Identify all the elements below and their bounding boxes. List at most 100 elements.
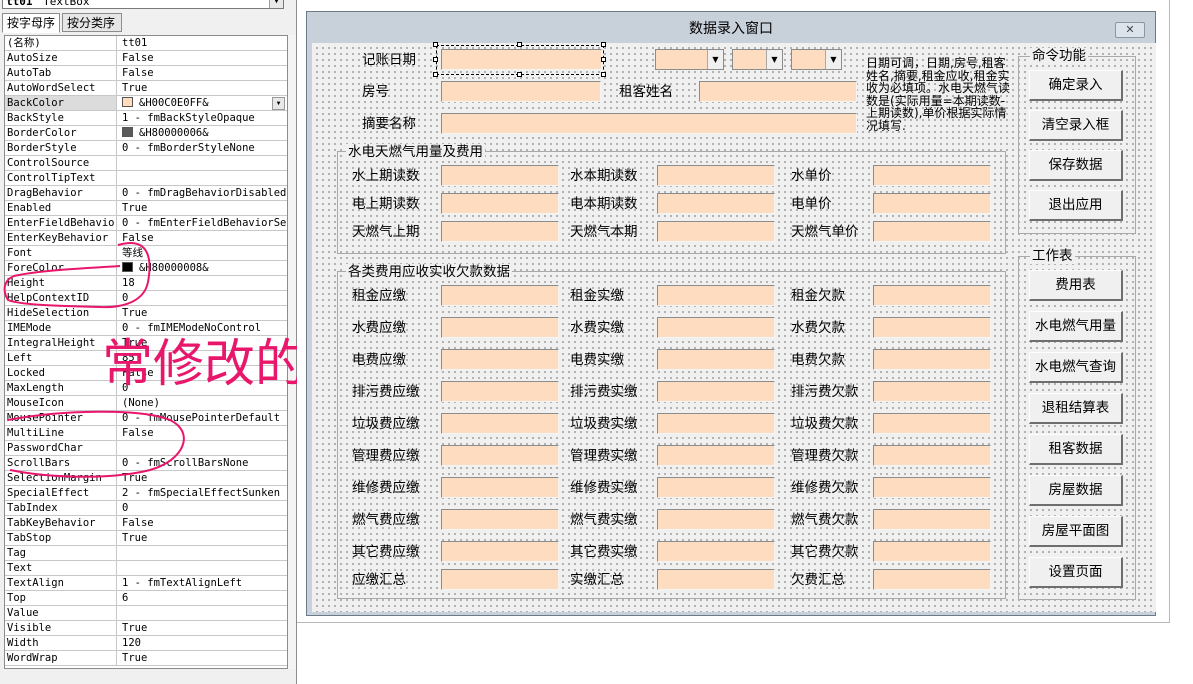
field-textbox[interactable] [873,221,991,242]
field-textbox[interactable] [873,477,991,498]
room-textbox[interactable] [441,81,601,102]
property-row[interactable]: ControlTipText [5,171,287,186]
property-row[interactable]: WordWrap True [5,651,287,666]
property-value[interactable]: 120 [118,636,287,650]
field-textbox[interactable] [873,445,991,466]
property-row[interactable]: TabStop True [5,531,287,546]
property-row[interactable]: Text [5,561,287,576]
property-value[interactable]: (None) [118,396,287,410]
command-button[interactable]: 确定录入 [1029,70,1123,101]
property-row[interactable]: TabKeyBehavior False [5,516,287,531]
property-row[interactable]: MousePointer 0 - fmMousePointerDefault [5,411,287,426]
tab-alphabetic[interactable]: 按字母序 [2,13,60,33]
property-row[interactable]: BackColor &H00C0E0FF& ▼ [5,96,287,111]
property-value[interactable]: 0 - fmMousePointerDefault [118,411,287,425]
field-textbox[interactable] [441,413,559,434]
command-button[interactable]: 保存数据 [1029,150,1123,181]
property-value[interactable]: 0 [118,291,287,305]
field-textbox[interactable] [657,381,775,402]
property-row[interactable]: AutoTab False [5,66,287,81]
property-row[interactable]: ScrollBars 0 - fmScrollBarsNone [5,456,287,471]
property-value[interactable]: True [118,651,287,665]
year-combobox[interactable]: ▼ [655,49,724,70]
property-value[interactable]: tt01 [118,36,287,50]
tenant-textbox[interactable] [699,81,857,102]
property-value[interactable]: False [118,66,287,80]
chevron-down-icon[interactable]: ▼ [707,50,723,69]
resize-handle[interactable] [433,57,438,62]
property-row[interactable]: EnterKeyBehavior False [5,231,287,246]
day-combobox[interactable]: ▼ [791,49,842,70]
field-textbox[interactable] [657,221,775,242]
property-value[interactable]: 6 [118,591,287,605]
property-value[interactable]: 0 - fmDragBehaviorDisabled [118,186,287,200]
field-textbox[interactable] [873,165,991,186]
chevron-down-icon[interactable]: ▼ [269,0,283,8]
month-combobox[interactable]: ▼ [732,49,783,70]
property-value[interactable]: &H00C0E0FF& ▼ [118,96,287,110]
property-value[interactable] [118,606,287,620]
property-value[interactable]: False [118,231,287,245]
property-value[interactable]: 1 - fmTextAlignLeft [118,576,287,590]
property-value[interactable]: False [118,426,287,440]
field-textbox[interactable] [441,349,559,370]
property-value[interactable]: 2 - fmSpecialEffectSunken [118,486,287,500]
property-row[interactable]: AutoWordSelect True [5,81,287,96]
property-value[interactable]: True [118,81,287,95]
field-textbox[interactable] [441,193,559,214]
command-button[interactable]: 设置页面 [1029,557,1123,588]
property-row[interactable]: SpecialEffect 2 - fmSpecialEffectSunken [5,486,287,501]
property-value[interactable] [118,171,287,185]
field-textbox[interactable] [873,541,991,562]
tab-categorized[interactable]: 按分类序 [62,13,122,32]
field-textbox[interactable] [873,509,991,530]
field-textbox[interactable] [441,165,559,186]
property-row[interactable]: ControlSource [5,156,287,171]
property-row[interactable]: Enabled True [5,201,287,216]
property-value[interactable]: True [118,306,287,320]
property-row[interactable]: Visible True [5,621,287,636]
command-button[interactable]: 清空录入框 [1029,110,1123,141]
command-button[interactable]: 租客数据 [1029,434,1123,465]
field-textbox[interactable] [657,445,775,466]
property-value[interactable] [118,156,287,170]
field-textbox[interactable] [441,569,559,590]
property-row[interactable]: HideSelection True [5,306,287,321]
chevron-down-icon[interactable]: ▼ [766,50,782,69]
field-textbox[interactable] [657,317,775,338]
close-icon[interactable]: ✕ [1115,22,1145,38]
property-value[interactable]: False [118,51,287,65]
resize-handle[interactable] [601,42,606,47]
field-textbox[interactable] [873,413,991,434]
field-textbox[interactable] [657,349,775,370]
command-button[interactable]: 水电燃气查询 [1029,352,1123,383]
property-row[interactable]: BorderColor &H80000006& [5,126,287,141]
property-row[interactable]: AutoSize False [5,51,287,66]
summary-textbox[interactable] [441,113,857,134]
property-row[interactable]: BorderStyle 0 - fmBorderStyleNone [5,141,287,156]
property-row[interactable]: TextAlign 1 - fmTextAlignLeft [5,576,287,591]
property-value[interactable] [118,561,287,575]
property-value[interactable]: 0 - fmEnterFieldBehaviorSele [118,216,287,230]
command-button[interactable]: 房屋平面图 [1029,516,1123,547]
field-textbox[interactable] [441,541,559,562]
property-row[interactable]: BackStyle 1 - fmBackStyleOpaque [5,111,287,126]
field-textbox[interactable] [441,445,559,466]
object-selector[interactable]: tt01 TextBox ▼ [2,0,284,9]
resize-handle[interactable] [433,42,438,47]
property-row[interactable]: Top 6 [5,591,287,606]
property-value[interactable]: 等线 [118,246,287,260]
property-value[interactable]: 18 [118,276,287,290]
resize-handle[interactable] [517,72,522,77]
field-textbox[interactable] [657,569,775,590]
resize-handle[interactable] [517,42,522,47]
resize-handle[interactable] [601,72,606,77]
property-row[interactable]: MultiLine False [5,426,287,441]
property-row[interactable]: Tag [5,546,287,561]
field-textbox[interactable] [657,193,775,214]
property-value[interactable]: False [118,516,287,530]
field-textbox[interactable] [873,193,991,214]
chevron-down-icon[interactable]: ▼ [272,97,285,110]
property-value[interactable] [118,546,287,560]
field-textbox[interactable] [873,569,991,590]
